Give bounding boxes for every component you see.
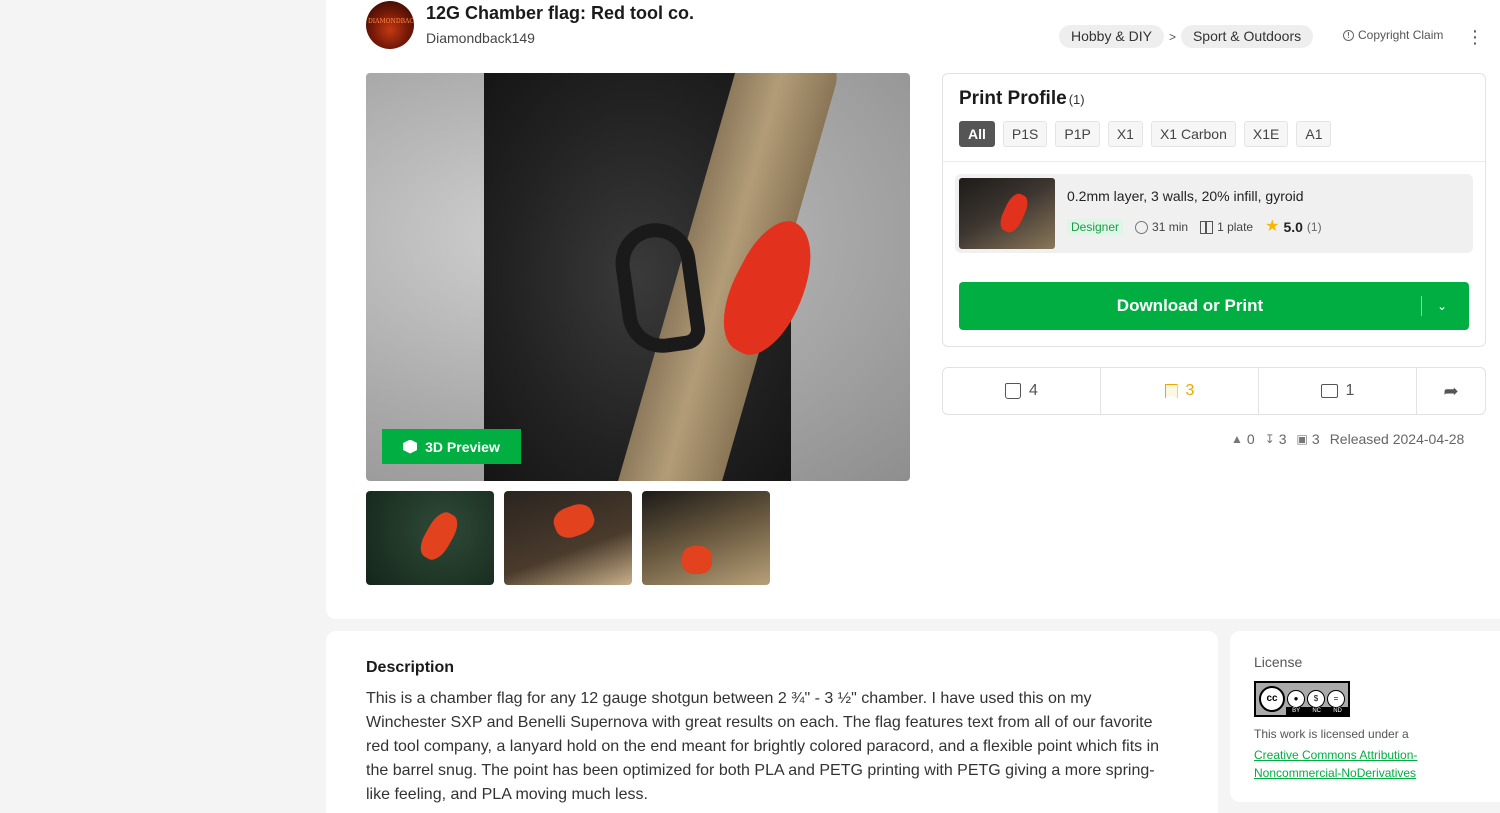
by-icon: ● [1287,690,1305,708]
share-button[interactable]: ➦ [1417,368,1485,414]
boost-count: 0 [1246,431,1255,447]
favorite-button[interactable]: 3 [1101,368,1259,414]
like-button[interactable]: 4 [943,368,1101,414]
breadcrumb: Hobby & DIY > Sport & Outdoors [1059,25,1314,48]
print-profile-item[interactable]: 0.2mm layer, 3 walls, 20% infill, gyroid… [955,174,1473,253]
profile-name: 0.2mm layer, 3 walls, 20% infill, gyroid [1067,188,1304,204]
download-count: 3 [1278,431,1287,447]
print-profile-panel: Print Profile (1) All P1S P1P X1 X1 Carbo… [942,73,1486,347]
rating-count: (1) [1306,220,1322,234]
info-icon: ! [1343,29,1354,41]
breadcrumb-sport-outdoors[interactable]: Sport & Outdoors [1180,25,1314,48]
3d-preview-label: 3D Preview [425,438,500,455]
more-options-icon[interactable]: ⋮ [1466,28,1484,46]
star-icon: ★ [1265,218,1280,235]
printer-filter-group: All P1S P1P X1 X1 Carbon X1E A1 [959,121,1332,147]
print-count: 3 [1311,431,1320,447]
breadcrumb-separator: > [1168,29,1176,44]
cc-license-badge[interactable]: cc ● $ = BY NC ND [1254,681,1350,717]
print-profile-title: Print Profile (1) [959,88,1085,109]
designer-badge: Designer [1067,219,1124,235]
license-text: This work is licensed under a [1254,727,1409,741]
thumbnail-3[interactable] [642,491,770,585]
author-name[interactable]: Diamondback149 [426,30,535,46]
copyright-claim-label: Copyright Claim [1358,28,1444,42]
profile-meta: Designer 31 min 1 plate ★ 5.0 (1) [1067,219,1322,235]
comment-count: 1 [1345,382,1355,399]
plate-icon [1200,220,1214,234]
thumbnail-1[interactable] [366,491,494,585]
filter-a1[interactable]: A1 [1296,121,1332,147]
profile-thumbnail [959,178,1055,249]
download-label: Download or Print [1116,296,1264,315]
plate-count: 1 plate [1217,220,1254,234]
avatar-text: DIAMONDBACK149 [368,18,414,25]
release-date: Released 2024-04-28 [1329,431,1465,447]
share-icon: ➦ [1443,380,1459,401]
cube-icon [403,439,418,454]
main-photo [484,73,844,481]
license-link[interactable]: Creative Commons Attribution-Noncommerci… [1254,746,1474,782]
print-icon: ▣ [1296,432,1308,446]
model-stats: ▲ 0 ↧ 3 ▣ 3 Released 2024-04-28 [1231,431,1464,447]
comment-button[interactable]: 1 [1259,368,1417,414]
3d-preview-button[interactable]: 3D Preview [382,429,521,464]
download-icon: ↧ [1264,432,1275,446]
nd-icon: = [1327,690,1345,708]
filter-p1p[interactable]: P1P [1055,121,1100,147]
main-image[interactable]: 3D Preview [366,73,910,481]
print-time: 31 min [1152,220,1189,234]
chevron-down-icon[interactable]: ⌄ [1437,296,1447,316]
button-divider [1421,296,1422,316]
cc-icon: cc [1259,686,1285,712]
description-body: This is a chamber flag for any 12 gauge … [366,690,1160,803]
clock-icon [1135,220,1149,234]
thumbnail-strip [366,491,770,585]
like-count: 4 [1029,382,1038,399]
filter-x1-carbon[interactable]: X1 Carbon [1150,121,1236,147]
boost-icon: ▲ [1231,432,1243,446]
license-heading: License [1254,654,1303,670]
thumbs-up-icon [1005,383,1022,399]
bookmark-star-icon [1164,383,1178,399]
nc-icon: $ [1307,690,1325,708]
author-avatar[interactable]: DIAMONDBACK149 [366,1,414,49]
print-profile-count: (1) [1068,92,1085,107]
thumbnail-2[interactable] [504,491,632,585]
favorite-count: 3 [1185,382,1195,399]
filter-all[interactable]: All [959,121,995,147]
action-bar: 4 3 1 ➦ [942,367,1486,415]
download-or-print-button[interactable]: Download or Print ⌄ [959,282,1469,330]
comment-icon [1320,384,1338,398]
filter-p1s[interactable]: P1S [1002,121,1048,147]
filter-x1[interactable]: X1 [1107,121,1143,147]
copyright-claim-link[interactable]: ! Copyright Claim [1343,28,1443,42]
model-title: 12G Chamber flag: Red tool co. [426,3,695,23]
breadcrumb-hobby-diy[interactable]: Hobby & DIY [1059,25,1164,48]
filter-x1e[interactable]: X1E [1243,121,1289,147]
description-heading: Description [366,659,455,676]
cc-labels: BY NC ND [1286,707,1348,715]
rating-value: 5.0 [1283,219,1303,235]
divider [943,161,1485,162]
